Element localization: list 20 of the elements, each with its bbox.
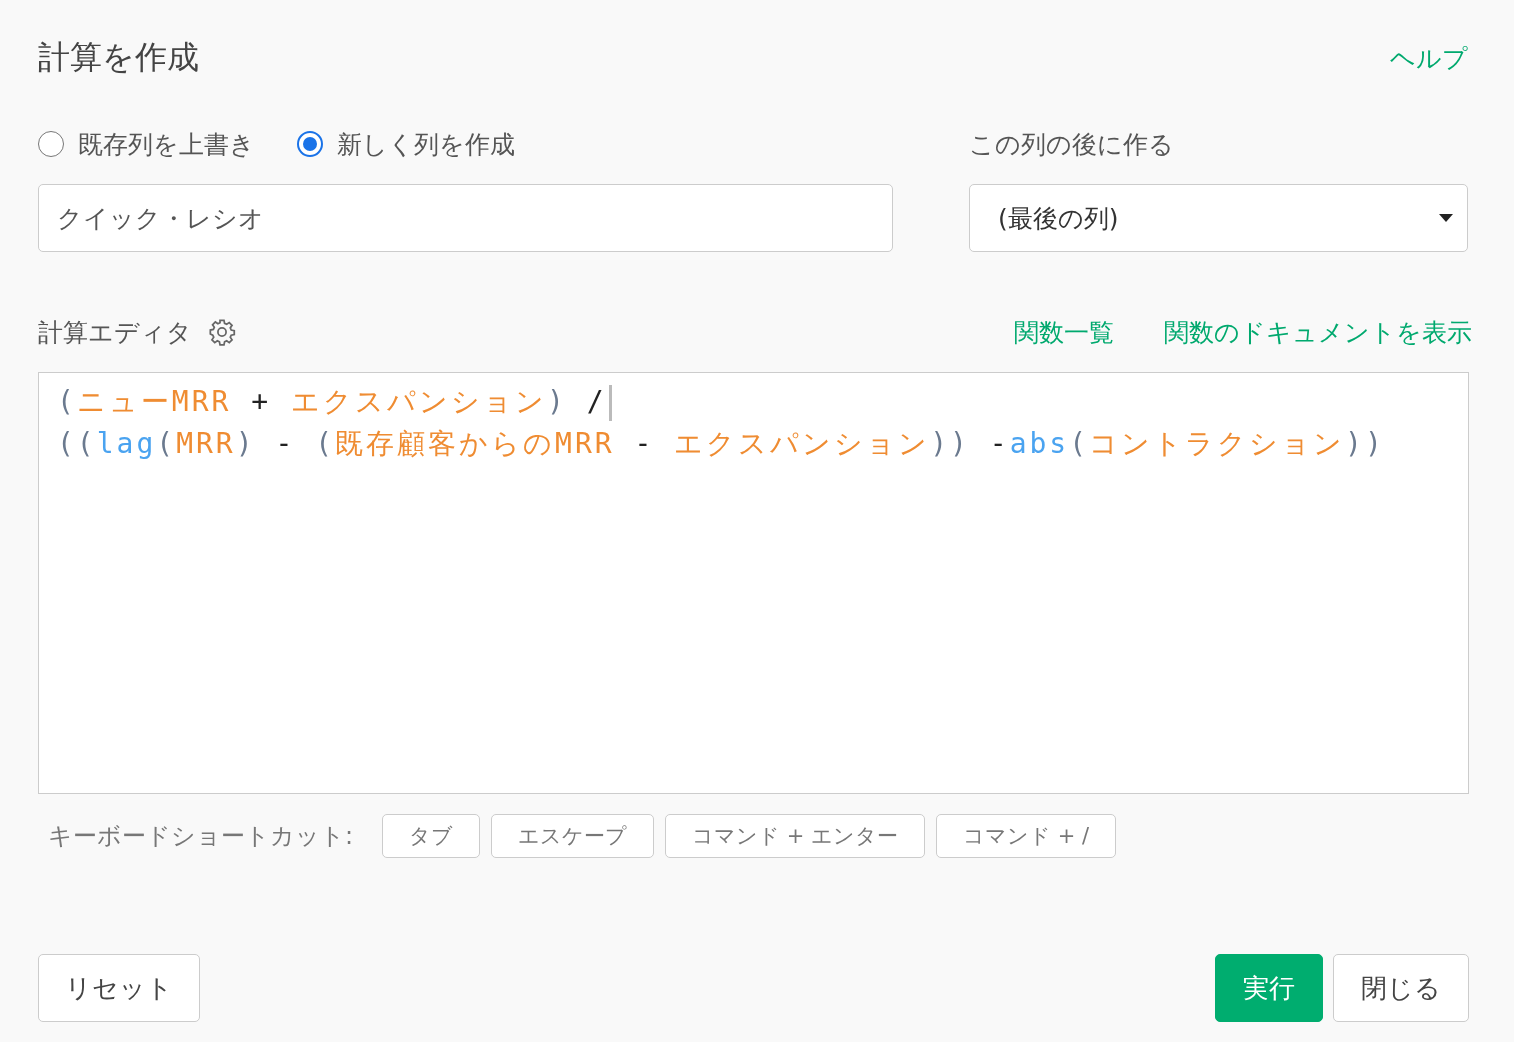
code-editor[interactable]: (ニューMRR + エクスパンション) / ((lag(MRR) - (既存顧客からのMRR - エクスパンション)) -abs(コントラクション)) [38, 372, 1469, 794]
shortcut-key: コマンド + / [936, 814, 1117, 858]
reset-button[interactable]: リセット [38, 954, 200, 1022]
radio-label[interactable]: 新しく列を作成 [337, 127, 515, 161]
dialog-title: 計算を作成 [38, 37, 199, 78]
radio-button[interactable] [297, 131, 323, 157]
position-dropdown[interactable]: (最後の列) [969, 184, 1468, 252]
shortcut-key: エスケープ [491, 814, 655, 858]
settings-icon[interactable] [208, 318, 236, 346]
text-cursor [608, 385, 612, 421]
shortcut-key: タブ [382, 814, 481, 858]
column-name-field[interactable]: クイック・レシオ [38, 184, 893, 252]
editor-label: 計算エディタ [38, 316, 192, 349]
position-label: この列の後に作る [969, 128, 1175, 161]
radio-button[interactable] [38, 131, 64, 157]
close-button[interactable]: 閉じる [1333, 954, 1469, 1022]
caret-icon [1439, 214, 1453, 222]
shortcuts-label: キーボードショートカット: [48, 821, 354, 852]
radio-label[interactable]: 既存列を上書き [78, 127, 255, 161]
shortcut-key: コマンド + エンター [665, 814, 926, 858]
